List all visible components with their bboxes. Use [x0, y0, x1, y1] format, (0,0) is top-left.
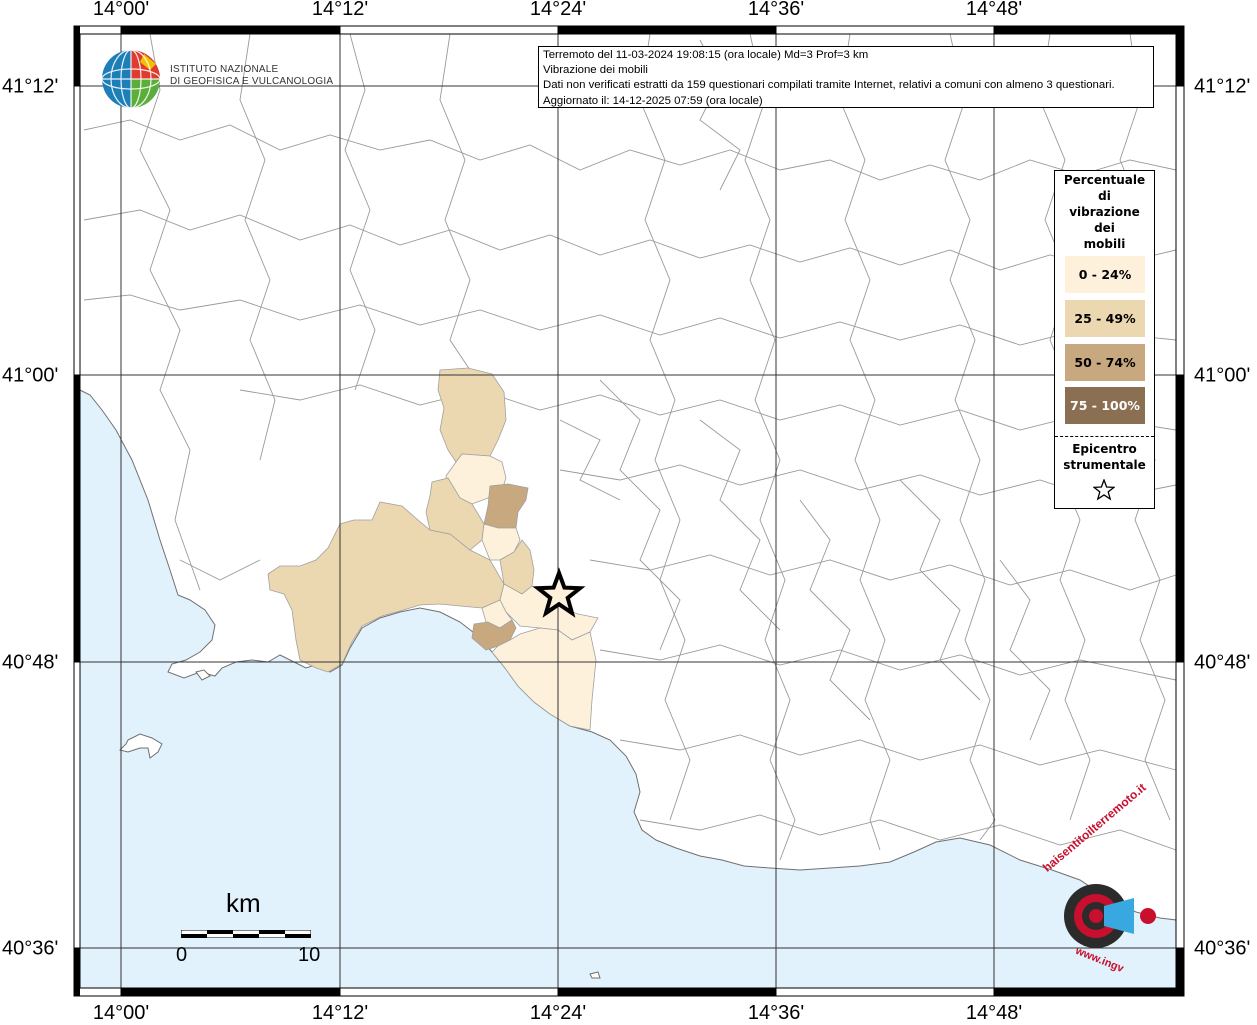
lon-label-bottom: 14°00' [92, 1002, 150, 1024]
legend-class-swatch: 25 - 49% [1065, 300, 1145, 337]
lon-label-bottom: 14°12' [311, 1002, 369, 1024]
legend-divider [1055, 436, 1154, 437]
legend: Percentuale di vibrazione dei mobili 0 -… [1054, 170, 1155, 509]
haisentito-logo: haisentitoilterremoto.it www.ingv [1034, 780, 1174, 978]
lon-label-top: 14°48' [965, 0, 1023, 20]
event-description: Terremoto del 11-03-2024 19:08:15 (ora l… [543, 49, 869, 61]
update-timestamp: Aggiornato il: 14-12-2025 07:59 (ora loc… [543, 94, 763, 107]
globe-icon [101, 49, 161, 109]
lat-label-right: 41°12' [1194, 75, 1251, 98]
lat-label-left: 40°48' [2, 651, 59, 674]
lon-label-top: 14°36' [747, 0, 805, 20]
legend-epicenter-label: Epicentro strumentale [1063, 442, 1146, 472]
data-disclaimer: Dati non verificati estratti da 159 ques… [543, 79, 1115, 92]
lon-label-bottom: 14°24' [529, 1002, 587, 1024]
lon-label-bottom: 14°48' [965, 1002, 1023, 1024]
scale-unit: km [226, 888, 261, 918]
lon-label-bottom: 14°36' [747, 1002, 805, 1024]
lon-label-top: 14°12' [311, 0, 369, 20]
legend-class-swatch: 75 - 100% [1065, 387, 1145, 424]
lon-label-top: 14°00' [92, 0, 150, 20]
lat-label-left: 40°36' [2, 937, 59, 960]
star-icon [1093, 479, 1115, 501]
map-parameter: Vibrazione dei mobili [543, 64, 648, 77]
lon-label-top: 14°24' [529, 0, 587, 20]
lat-label-left: 41°00' [2, 364, 59, 387]
event-info-box: Terremoto del 11-03-2024 19:08:15 (ora l… [538, 46, 1154, 108]
scale-bar: km 0 10 [168, 888, 328, 972]
lat-label-right: 41°00' [1194, 364, 1251, 387]
logo-text: ISTITUTO NAZIONALE DI GEOFISICA E VULCAN… [170, 64, 334, 87]
lat-label-right: 40°48' [1194, 651, 1251, 674]
scale-end: 10 [298, 944, 321, 966]
ingv-logo: ISTITUTO NAZIONALE DI GEOFISICA E VULCAN… [100, 48, 340, 110]
legend-title: Percentuale di vibrazione dei mobili [1063, 173, 1146, 251]
legend-class-swatch: 50 - 74% [1065, 344, 1145, 381]
lat-label-right: 40°36' [1194, 937, 1251, 960]
lat-label-left: 41°12' [2, 75, 59, 98]
legend-class-swatch: 0 - 24% [1065, 256, 1145, 293]
scale-start: 0 [176, 944, 188, 966]
scale-bar-graphic [181, 930, 311, 938]
